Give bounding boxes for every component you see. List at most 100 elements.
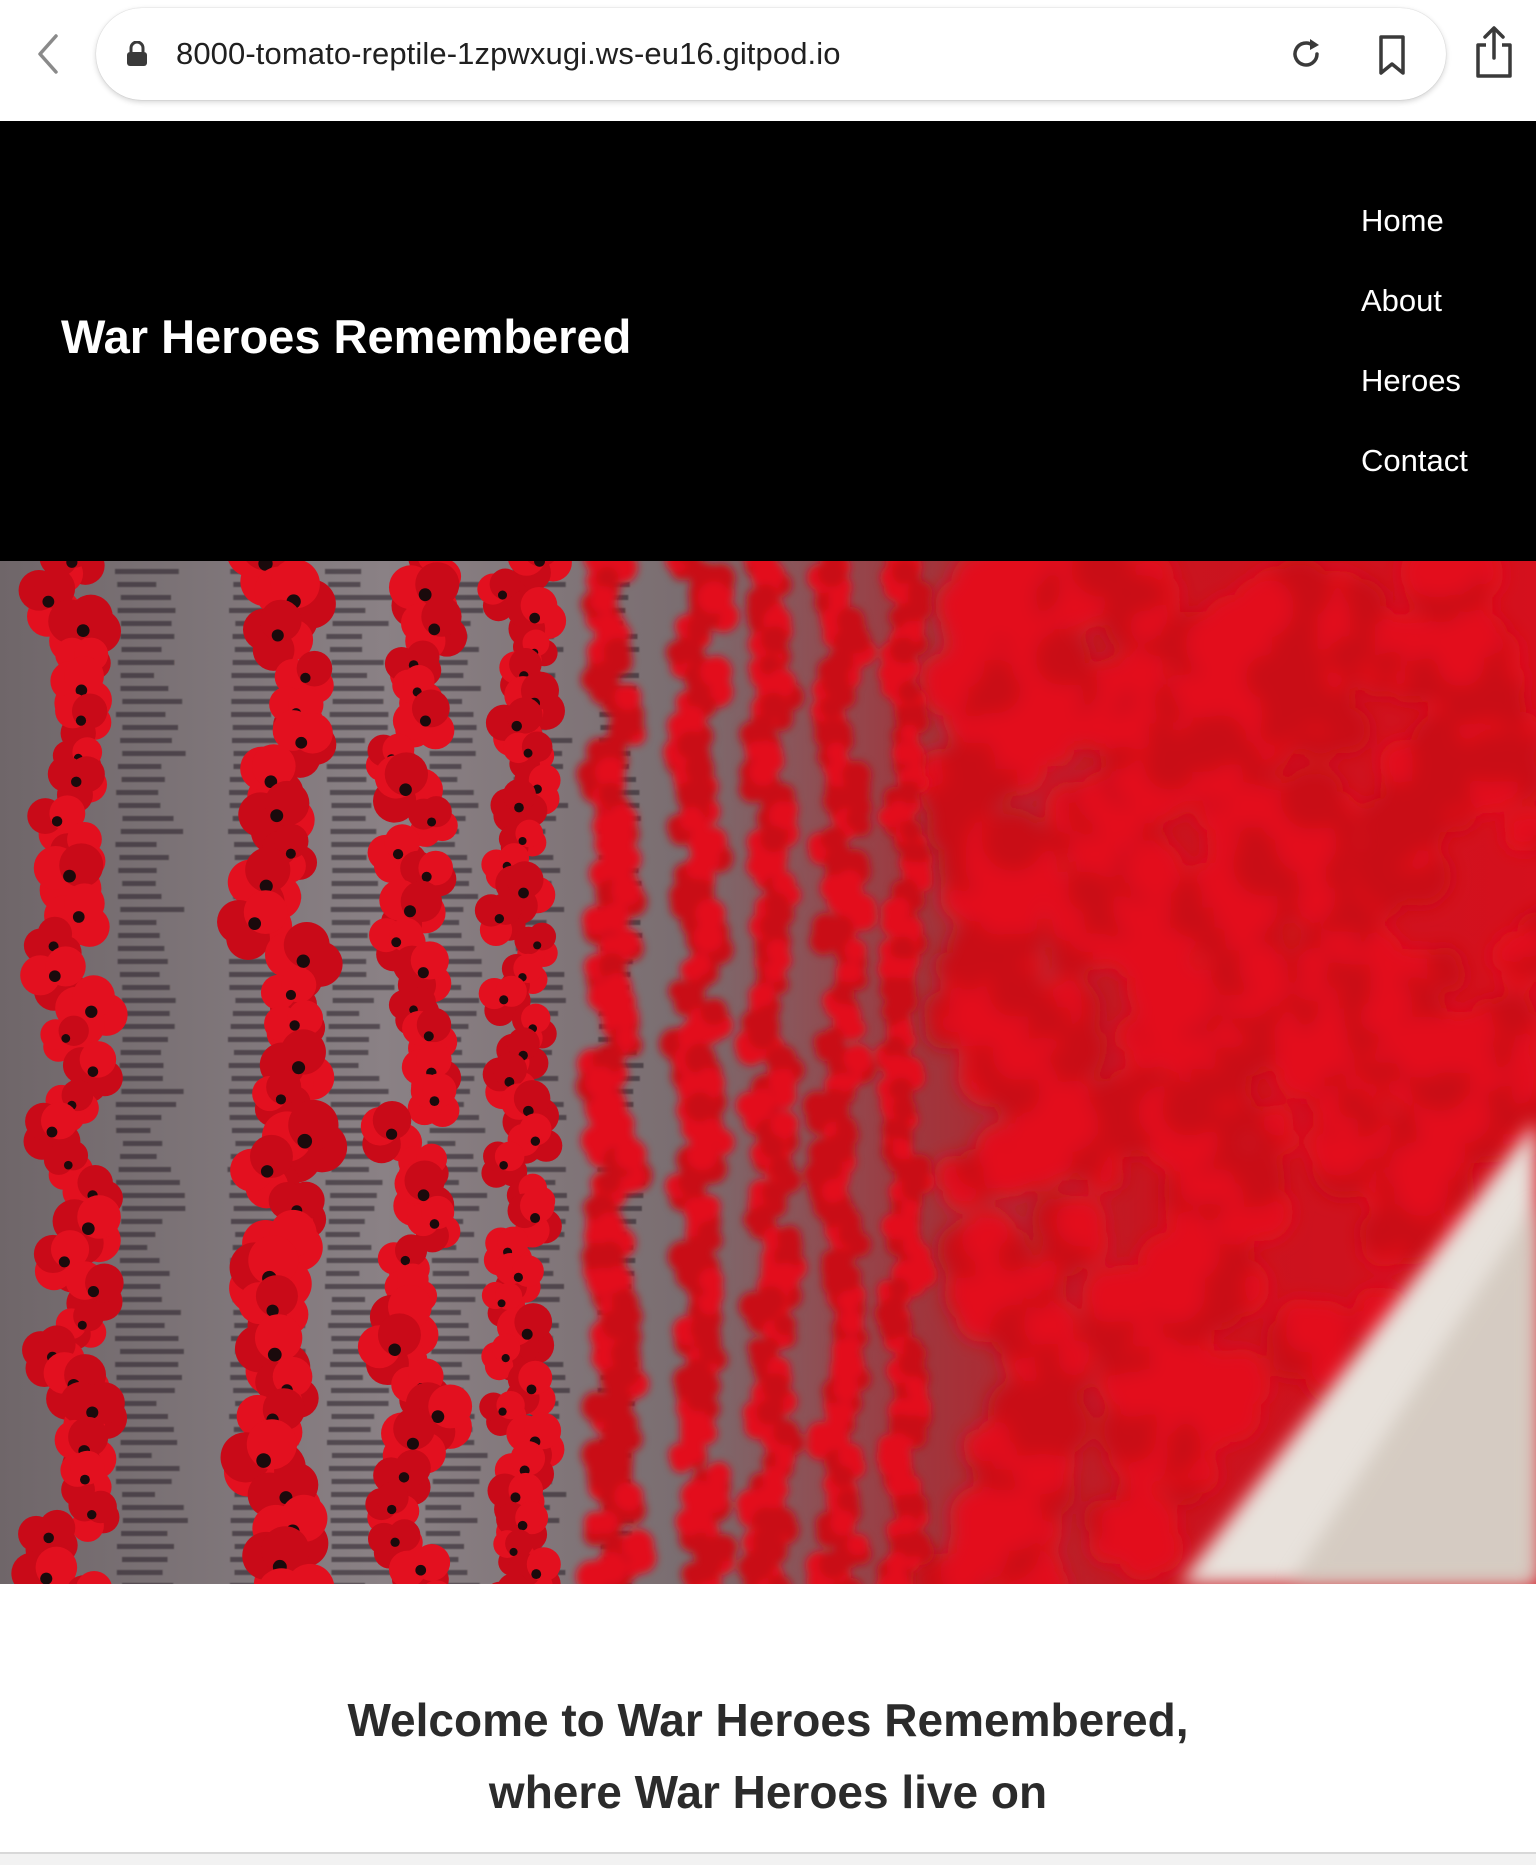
engraved-name-line xyxy=(117,608,176,613)
engraved-name-line xyxy=(119,920,157,925)
engraved-name-line xyxy=(332,985,395,990)
engraved-name-line xyxy=(331,920,371,925)
engraved-name-line xyxy=(120,1349,184,1354)
engraved-name-line xyxy=(116,1128,151,1133)
engraved-name-line xyxy=(122,1141,163,1146)
poppy-flower xyxy=(1251,1104,1297,1156)
browser-toolbar: 8000-tomato-reptile-1zpwxugi.ws-eu16.git… xyxy=(0,0,1536,121)
engraved-name-line xyxy=(328,1427,371,1432)
engraved-name-line xyxy=(425,1505,462,1510)
engraved-name-line xyxy=(331,1557,380,1562)
engraved-name-line xyxy=(119,1024,175,1029)
chevron-left-icon xyxy=(38,34,58,74)
engraved-name-line xyxy=(120,1154,157,1159)
engraved-name-line xyxy=(119,1258,160,1263)
engraved-name-line xyxy=(325,1375,363,1380)
engraved-name-line xyxy=(330,933,368,938)
engraved-name-line xyxy=(118,1453,152,1458)
engraved-name-line xyxy=(115,1102,177,1107)
poppy-flower xyxy=(1266,1309,1336,1380)
engraved-name-line xyxy=(330,725,388,730)
engraved-name-line xyxy=(120,634,175,639)
engraved-name-line xyxy=(118,868,157,873)
bookmark-icon[interactable] xyxy=(1372,33,1412,77)
engraved-name-line xyxy=(329,1206,375,1211)
engraved-name-line xyxy=(432,1479,480,1484)
engraved-name-line xyxy=(122,1583,174,1584)
engraved-name-line xyxy=(117,959,168,964)
engraved-name-line xyxy=(327,1245,372,1250)
engraved-name-line xyxy=(426,1310,461,1315)
engraved-name-line xyxy=(326,1271,360,1276)
engraved-name-line xyxy=(121,1531,168,1536)
engraved-name-line xyxy=(115,1323,165,1328)
engraved-name-line xyxy=(331,1167,369,1172)
share-icon[interactable] xyxy=(1472,25,1516,79)
engraved-name-line xyxy=(326,1011,360,1016)
engraved-name-line xyxy=(428,1492,475,1497)
site-title[interactable]: War Heroes Remembered xyxy=(61,309,631,365)
engraved-name-line xyxy=(116,1375,182,1380)
engraved-name-line xyxy=(115,1245,148,1250)
engraved-name-line xyxy=(331,1388,389,1393)
reload-icon[interactable] xyxy=(1286,34,1326,74)
nav-about[interactable]: About xyxy=(1361,281,1468,321)
engraved-name-line xyxy=(120,686,169,691)
url-text[interactable]: 8000-tomato-reptile-1zpwxugi.ws-eu16.git… xyxy=(176,8,841,100)
engraved-name-line xyxy=(431,1349,484,1354)
back-button[interactable] xyxy=(28,28,68,80)
engraved-name-line xyxy=(429,764,462,769)
engraved-name-line xyxy=(115,1232,156,1237)
engraved-name-line xyxy=(117,660,175,665)
address-bar[interactable]: 8000-tomato-reptile-1zpwxugi.ws-eu16.git… xyxy=(96,8,1446,100)
engraved-name-line xyxy=(119,972,160,977)
engraved-name-line xyxy=(121,647,162,652)
poppy-flower xyxy=(481,1141,528,1188)
engraved-name-line xyxy=(429,1128,486,1133)
nav-home[interactable]: Home xyxy=(1361,201,1468,241)
engraved-name-line xyxy=(331,881,378,886)
engraved-name-line xyxy=(115,1466,180,1471)
engraved-name-line xyxy=(122,881,156,886)
engraved-name-line xyxy=(327,686,385,691)
engraved-name-line xyxy=(231,712,272,717)
engraved-name-line xyxy=(116,1479,172,1484)
engraved-name-line xyxy=(120,1284,161,1289)
engraved-name-line xyxy=(331,1297,366,1302)
engraved-name-line xyxy=(120,1440,178,1445)
engraved-name-line xyxy=(116,1570,163,1575)
engraved-name-line xyxy=(121,1219,163,1224)
engraved-name-line xyxy=(328,1219,365,1224)
engraved-name-line xyxy=(332,998,374,1003)
engraved-name-line xyxy=(122,699,183,704)
engraved-name-line xyxy=(431,1258,479,1263)
engraved-name-line xyxy=(332,816,366,821)
engraved-name-line xyxy=(117,946,165,951)
engraved-name-line xyxy=(121,621,172,626)
engraved-name-line xyxy=(328,1089,389,1094)
engraved-name-line xyxy=(122,1037,168,1042)
engraved-name-line xyxy=(119,855,169,860)
engraved-name-line xyxy=(331,855,367,860)
nav-contact[interactable]: Contact xyxy=(1361,441,1468,481)
engraved-name-line xyxy=(330,1193,377,1198)
welcome-line-1: Welcome to War Heroes Remembered, xyxy=(347,1694,1189,1746)
engraved-name-line xyxy=(430,1284,487,1289)
engraved-name-line xyxy=(231,699,273,704)
engraved-name-line xyxy=(330,595,394,600)
next-section-edge xyxy=(0,1852,1536,1865)
poppy-flower xyxy=(1465,731,1536,814)
engraved-name-line xyxy=(332,868,382,873)
engraved-name-line xyxy=(117,1310,181,1315)
engraved-name-line xyxy=(122,1518,188,1523)
engraved-name-line xyxy=(331,673,367,678)
engraved-name-line xyxy=(330,1518,374,1523)
engraved-name-line xyxy=(227,1037,271,1042)
engraved-name-line xyxy=(118,803,161,808)
engraved-name-line xyxy=(429,751,476,756)
engraved-name-line xyxy=(432,1271,470,1276)
engraved-name-line xyxy=(120,1271,170,1276)
engraved-name-line xyxy=(115,1336,179,1341)
nav-heroes[interactable]: Heroes xyxy=(1361,361,1468,401)
engraved-name-line xyxy=(115,712,166,717)
